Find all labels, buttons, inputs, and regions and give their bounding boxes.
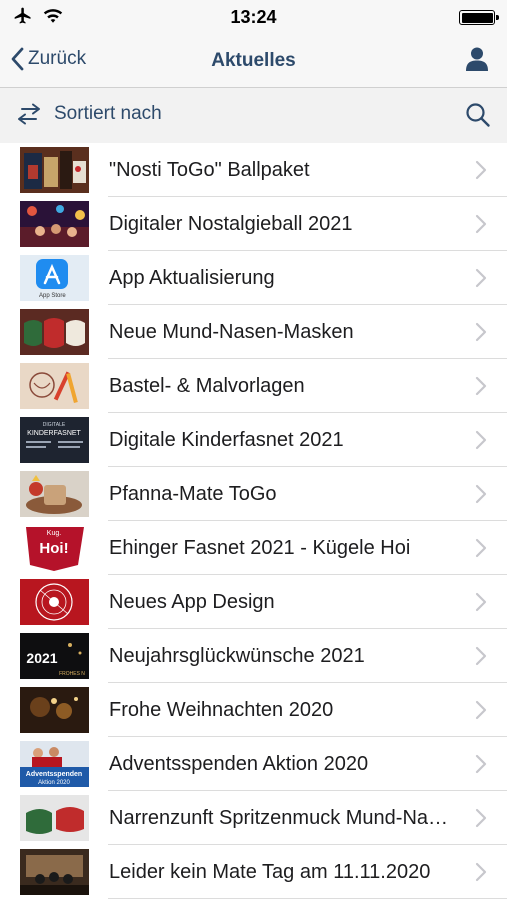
list-item[interactable]: Frohe Weihnachten 2020 bbox=[0, 683, 507, 737]
list-item[interactable]: Bastel- & Malvorlagen bbox=[0, 359, 507, 413]
item-title: Frohe Weihnachten 2020 bbox=[109, 699, 334, 721]
item-title: Ehinger Fasnet 2021 - Kügele Hoi bbox=[109, 537, 411, 559]
item-title: Bastel- & Malvorlagen bbox=[109, 375, 305, 397]
battery-icon bbox=[459, 10, 499, 25]
navigation-bar: Zurück Aktuelles bbox=[0, 34, 507, 88]
thumb-text-newyear: 2021 bbox=[26, 650, 57, 666]
sort-label: Sortiert nach bbox=[54, 103, 162, 124]
profile-button[interactable] bbox=[465, 46, 489, 77]
item-title: Neue Mund-Nasen-Masken bbox=[109, 321, 354, 343]
thumbnail-christmas bbox=[20, 687, 89, 733]
thumbnail-drawing bbox=[20, 363, 89, 409]
thumbnail-masks bbox=[20, 309, 89, 355]
list-item[interactable]: DIGITALE KINDERFASNET Digitale Kinderfas… bbox=[0, 413, 507, 467]
chevron-right-icon bbox=[475, 862, 487, 882]
item-title: Adventsspenden Aktion 2020 bbox=[109, 753, 369, 775]
search-icon bbox=[466, 103, 490, 127]
list-item[interactable]: Digitaler Nostalgieball 2021 bbox=[0, 197, 507, 251]
chevron-right-icon bbox=[475, 538, 487, 558]
chevron-right-icon bbox=[475, 376, 487, 396]
chevron-right-icon bbox=[475, 700, 487, 720]
thumb-text-newyear-sub: FROHES N bbox=[59, 671, 85, 677]
chevron-right-icon bbox=[475, 214, 487, 234]
thumb-text-kinderfasnet-sub: DIGITALE bbox=[43, 422, 66, 428]
thumbnail-ballpaket bbox=[20, 147, 89, 193]
sort-arrows-icon bbox=[18, 103, 40, 125]
thumbnail-mate bbox=[20, 471, 89, 517]
thumb-text-advent: Adventsspenden bbox=[26, 771, 82, 778]
item-title: "Nosti ToGo" Ballpaket bbox=[109, 159, 310, 181]
list-item[interactable]: Neues App Design bbox=[0, 575, 507, 629]
item-title: Neues App Design bbox=[109, 591, 275, 613]
user-icon bbox=[466, 47, 488, 71]
sort-bar: Sortiert nach bbox=[0, 88, 507, 143]
list-item[interactable]: 2021 FROHES N Neujahrsglückwünsche 2021 bbox=[0, 629, 507, 683]
chevron-right-icon bbox=[475, 268, 487, 288]
list-item[interactable]: Adventsspenden Aktion 2020 Adventsspende… bbox=[0, 737, 507, 791]
item-title: Digitale Kinderfasnet 2021 bbox=[109, 429, 344, 451]
list-item[interactable]: Kug. Hoi! Ehinger Fasnet 2021 - Kügele H… bbox=[0, 521, 507, 575]
search-button[interactable] bbox=[465, 102, 491, 133]
item-title: Pfanna-Mate ToGo bbox=[109, 483, 277, 505]
news-list: "Nosti ToGo" Ballpaket Digitaler Nostalg… bbox=[0, 143, 507, 900]
item-title: Neujahrsglückwünsche 2021 bbox=[109, 645, 365, 667]
thumb-text-appstore: App Store bbox=[39, 293, 66, 299]
list-item[interactable]: App Store App Aktualisierung bbox=[0, 251, 507, 305]
thumbnail-logo bbox=[20, 579, 89, 625]
thumb-text-advent-sub: Aktion 2020 bbox=[38, 780, 70, 786]
thumbnail-hoi: Kug. Hoi! bbox=[20, 525, 89, 571]
item-title: Leider kein Mate Tag am 11.11.2020 bbox=[109, 861, 431, 883]
thumbnail-party bbox=[20, 201, 89, 247]
chevron-right-icon bbox=[475, 808, 487, 828]
status-time: 13:24 bbox=[230, 7, 277, 27]
chevron-right-icon bbox=[475, 484, 487, 504]
thumbnail-mate-tag bbox=[20, 849, 89, 895]
thumbnail-advent: Adventsspenden Aktion 2020 bbox=[20, 741, 89, 787]
chevron-right-icon bbox=[475, 430, 487, 450]
list-item[interactable]: Neue Mund-Nasen-Masken bbox=[0, 305, 507, 359]
thumb-text-kinderfasnet: KINDERFASNET bbox=[27, 430, 81, 437]
list-item[interactable]: "Nosti ToGo" Ballpaket bbox=[0, 143, 507, 197]
item-title: Digitaler Nostalgieball 2021 bbox=[109, 213, 353, 235]
thumb-text-hoi: Hoi! bbox=[39, 540, 68, 557]
list-item[interactable]: Pfanna-Mate ToGo bbox=[0, 467, 507, 521]
list-item[interactable]: Narrenzunft Spritzenmuck Mund-Nasen-Mask… bbox=[0, 791, 507, 845]
page-title: Aktuelles bbox=[211, 50, 296, 71]
chevron-right-icon bbox=[475, 754, 487, 774]
thumbnail-new-year: 2021 FROHES N bbox=[20, 633, 89, 679]
chevron-right-icon bbox=[475, 322, 487, 342]
item-title: Narrenzunft Spritzenmuck Mund-Nasen-Mask… bbox=[109, 807, 455, 829]
thumb-text-hoi-sub: Kug. bbox=[47, 530, 61, 537]
list-item[interactable]: Leider kein Mate Tag am 11.11.2020 bbox=[0, 845, 507, 899]
item-title: App Aktualisierung bbox=[109, 267, 275, 289]
thumbnail-app-store: App Store bbox=[20, 255, 89, 301]
sort-button[interactable]: Sortiert nach bbox=[16, 103, 162, 125]
status-bar: 13:24 bbox=[0, 0, 507, 34]
chevron-right-icon bbox=[475, 592, 487, 612]
thumbnail-masks-2 bbox=[20, 795, 89, 841]
chevron-right-icon bbox=[475, 646, 487, 666]
thumbnail-kinderfasnet: DIGITALE KINDERFASNET bbox=[20, 417, 89, 463]
chevron-right-icon bbox=[475, 160, 487, 180]
